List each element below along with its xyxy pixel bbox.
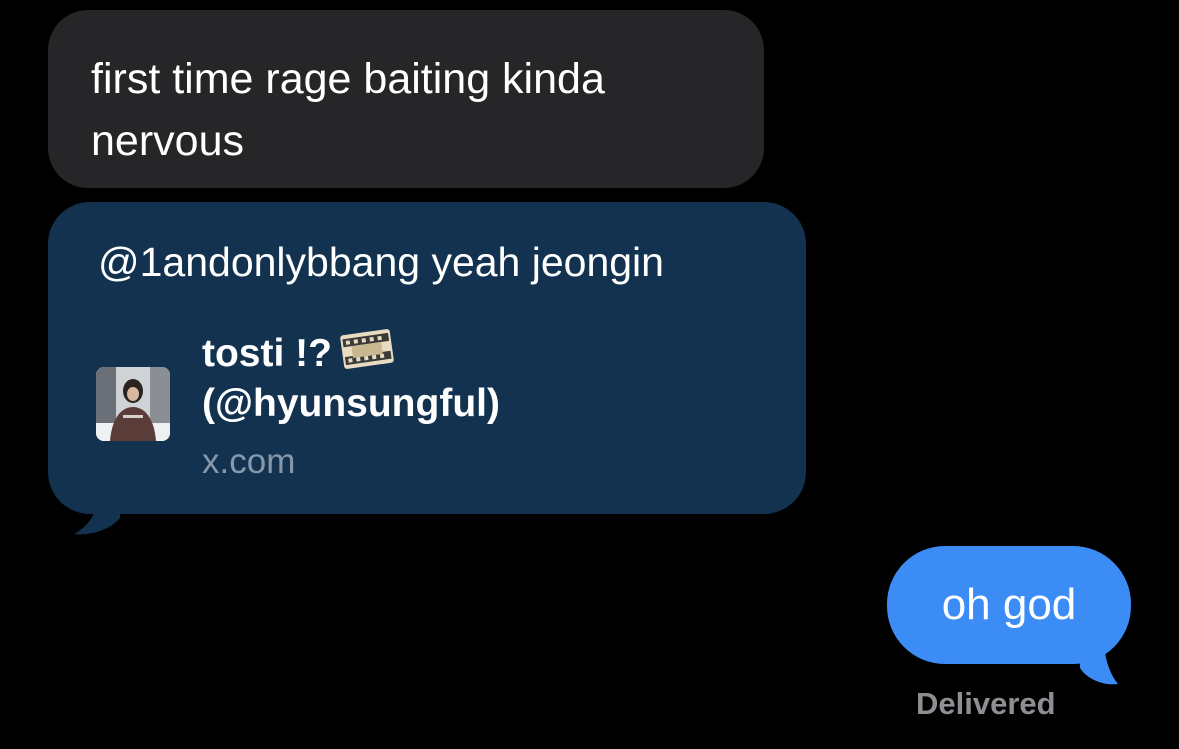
delivery-status: Delivered [916,686,1056,721]
outgoing-message-bubble[interactable]: oh god [887,546,1131,664]
message-text-line: nervous [91,117,244,165]
incoming-link-message-bubble[interactable]: @1andonlybbang yeah jeongin tosti !? (@h… [48,202,806,514]
film-frames-icon [340,329,394,369]
link-preview-domain: x.com [202,442,296,481]
link-preview-title[interactable]: tosti !? (@hyunsungful) [202,324,500,429]
profile-photo-icon [96,367,170,441]
message-text: oh god [941,580,1077,629]
link-preview-title-line: tosti !? [202,332,332,375]
link-preview-title-line: (@hyunsungful) [202,382,500,425]
message-text: @1andonlybbang yeah jeongin [98,239,664,285]
conversation-screen: first time rage baiting kinda nervous @1… [0,0,1179,749]
incoming-message-bubble[interactable]: first time rage baiting kinda nervous [48,10,764,188]
link-preview-thumbnail[interactable] [96,367,170,441]
message-text-line: first time rage baiting kinda [91,55,605,103]
